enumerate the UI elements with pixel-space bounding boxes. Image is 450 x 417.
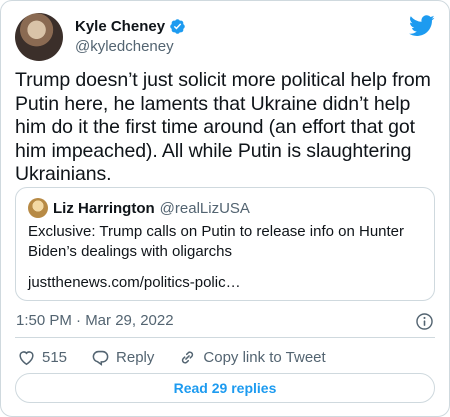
- tweet-text: Trump doesn’t just solicit more politica…: [15, 69, 431, 185]
- like-button[interactable]: 515: [17, 348, 67, 367]
- tweet-actions: 515 Reply Copy link to Tweet: [17, 347, 350, 367]
- divider: [15, 337, 435, 338]
- copy-link-label: Copy link to Tweet: [203, 348, 326, 366]
- reply-button[interactable]: Reply: [91, 348, 154, 367]
- quoted-author-handle: @realLizUSA: [159, 199, 250, 217]
- read-replies-button[interactable]: Read 29 replies: [15, 373, 435, 403]
- quoted-tweet-header: Liz Harrington @realLizUSA: [28, 198, 250, 218]
- quoted-tweet-text: Exclusive: Trump calls on Putin to relea…: [28, 223, 405, 260]
- tweet-header: Kyle Cheney @kyledcheney: [15, 13, 435, 61]
- like-count: 515: [42, 348, 68, 366]
- author-name[interactable]: Kyle Cheney: [75, 18, 165, 35]
- reply-label: Reply: [116, 348, 155, 366]
- quoted-tweet[interactable]: Liz Harrington @realLizUSA Exclusive: Tr…: [15, 187, 435, 301]
- tweet-card: Kyle Cheney @kyledcheney Trump doesn’t j…: [0, 0, 450, 417]
- heart-icon: [19, 350, 34, 365]
- copy-link-button[interactable]: Copy link to Tweet: [178, 348, 326, 367]
- author-avatar[interactable]: [15, 13, 63, 61]
- verified-badge-icon: [170, 19, 185, 34]
- info-icon[interactable]: [415, 312, 434, 331]
- author-name-row: Kyle Cheney: [75, 18, 186, 35]
- quoted-tweet-link[interactable]: justthenews.com/politics-polic…: [28, 274, 241, 291]
- quoted-author-avatar: [28, 198, 48, 218]
- reply-icon: [92, 350, 109, 366]
- tweet-timestamp[interactable]: 1:50 PM · Mar 29, 2022: [16, 312, 174, 329]
- twitter-bird-icon[interactable]: [409, 15, 435, 37]
- link-icon: [182, 350, 194, 364]
- quoted-author-name: Liz Harrington: [53, 199, 155, 217]
- author-handle[interactable]: @kyledcheney: [75, 38, 174, 55]
